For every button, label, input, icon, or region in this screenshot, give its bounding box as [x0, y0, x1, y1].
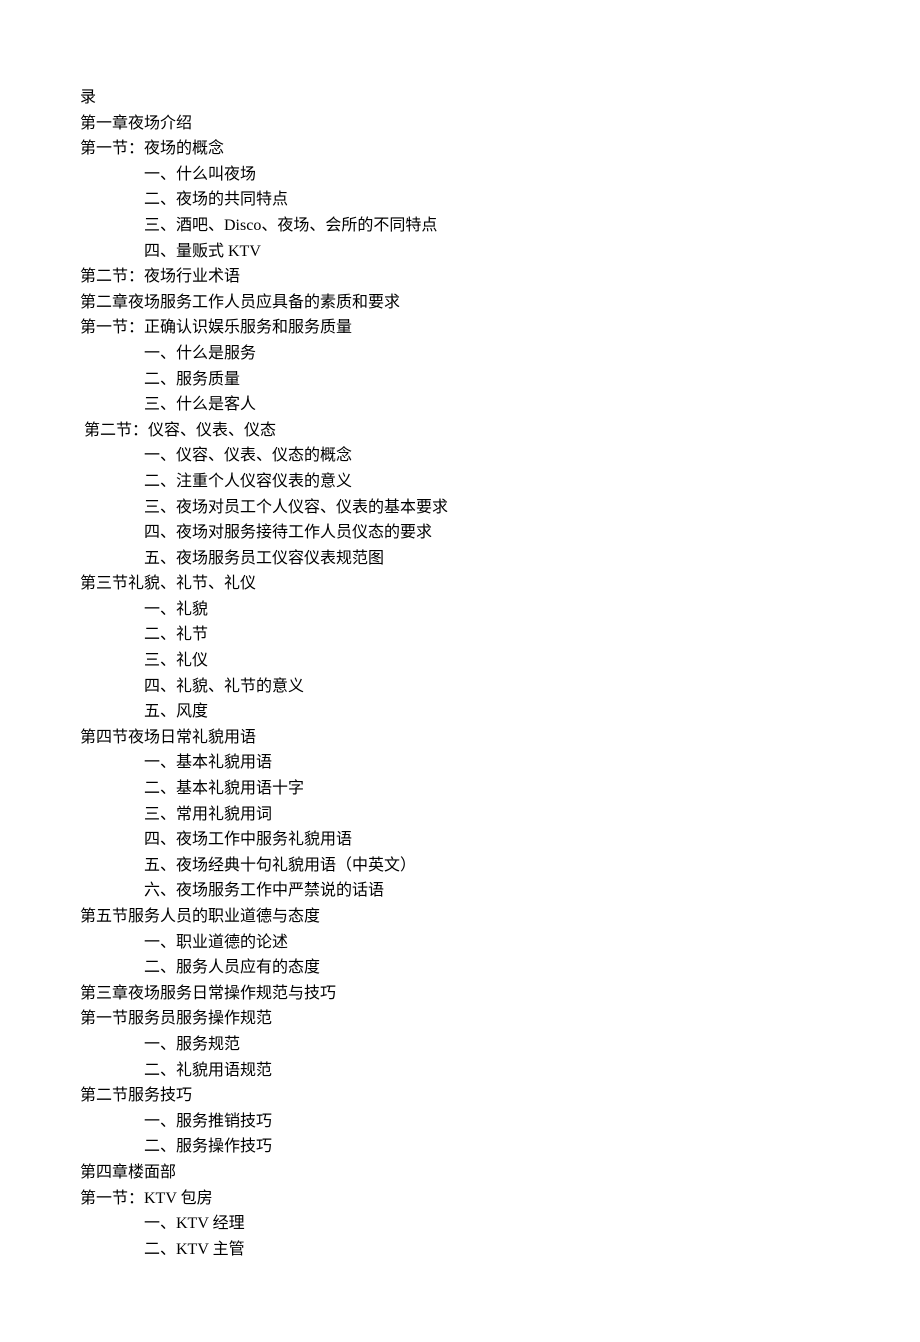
toc-line: 六、夜场服务工作中严禁说的话语: [80, 878, 840, 904]
toc-line: 五、风度: [80, 699, 840, 725]
toc-line: 一、KTV 经理: [80, 1211, 840, 1237]
toc-line: 一、礼貌: [80, 597, 840, 623]
toc-line: 四、量贩式 KTV: [80, 239, 840, 265]
toc-line: 二、基本礼貌用语十字: [80, 776, 840, 802]
document-content: 录第一章夜场介绍第一节：夜场的概念一、什么叫夜场二、夜场的共同特点三、酒吧、Di…: [80, 85, 840, 1262]
toc-line: 二、注重个人仪容仪表的意义: [80, 469, 840, 495]
toc-line: 第二节：夜场行业术语: [80, 264, 840, 290]
toc-line: 三、常用礼貌用词: [80, 802, 840, 828]
toc-line: 一、什么叫夜场: [80, 162, 840, 188]
toc-line: 第五节服务人员的职业道德与态度: [80, 904, 840, 930]
toc-line: 第一节：KTV 包房: [80, 1186, 840, 1212]
toc-line: 一、服务推销技巧: [80, 1109, 840, 1135]
toc-line: 四、夜场工作中服务礼貌用语: [80, 827, 840, 853]
toc-line: 二、KTV 主管: [80, 1237, 840, 1263]
toc-line: 第四节夜场日常礼貌用语: [80, 725, 840, 751]
toc-line: 第四章楼面部: [80, 1160, 840, 1186]
toc-line: 四、夜场对服务接待工作人员仪态的要求: [80, 520, 840, 546]
toc-line: 第一节：夜场的概念: [80, 136, 840, 162]
toc-line: 第二节服务技巧: [80, 1083, 840, 1109]
toc-line: 三、礼仪: [80, 648, 840, 674]
toc-line: 一、什么是服务: [80, 341, 840, 367]
toc-line: 录: [80, 85, 840, 111]
toc-line: 第一节服务员服务操作规范: [80, 1006, 840, 1032]
toc-line: 二、服务操作技巧: [80, 1134, 840, 1160]
toc-line: 第二章夜场服务工作人员应具备的素质和要求: [80, 290, 840, 316]
toc-line: 一、仪容、仪表、仪态的概念: [80, 443, 840, 469]
toc-line: 第三章夜场服务日常操作规范与技巧: [80, 981, 840, 1007]
toc-line: 三、夜场对员工个人仪容、仪表的基本要求: [80, 495, 840, 521]
toc-line: 二、服务人员应有的态度: [80, 955, 840, 981]
toc-line: 五、夜场服务员工仪容仪表规范图: [80, 546, 840, 572]
toc-line: 二、夜场的共同特点: [80, 187, 840, 213]
toc-line: 一、基本礼貌用语: [80, 750, 840, 776]
toc-line: 二、礼节: [80, 622, 840, 648]
toc-line: 二、服务质量: [80, 367, 840, 393]
toc-line: 一、职业道德的论述: [80, 930, 840, 956]
toc-line: 三、什么是客人: [80, 392, 840, 418]
toc-line: 第一节：正确认识娱乐服务和服务质量: [80, 315, 840, 341]
toc-line: 一、服务规范: [80, 1032, 840, 1058]
toc-line: 第三节礼貌、礼节、礼仪: [80, 571, 840, 597]
toc-line: 二、礼貌用语规范: [80, 1058, 840, 1084]
toc-line: 第一章夜场介绍: [80, 111, 840, 137]
toc-line: 五、夜场经典十句礼貌用语（中英文）: [80, 853, 840, 879]
toc-line: 三、酒吧、Disco、夜场、会所的不同特点: [80, 213, 840, 239]
toc-line: 四、礼貌、礼节的意义: [80, 674, 840, 700]
toc-line: 第二节：仪容、仪表、仪态: [80, 418, 840, 444]
